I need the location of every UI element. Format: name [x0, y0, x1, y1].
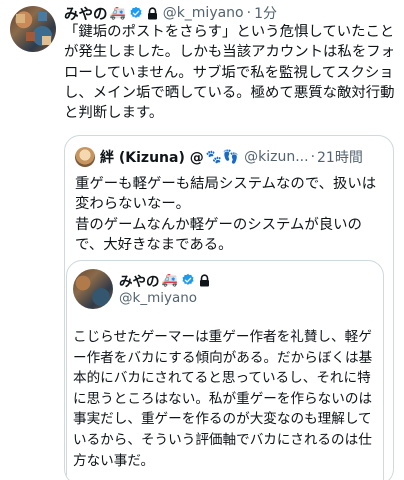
inner-tweet-text: こじらせたゲーマーは重ゲー作者を礼賛し、軽ゲー作者をバカにする傾向がある。だから… [73, 329, 373, 469]
quoted-tweet-card[interactable]: 絆 (Kizuna) @ 🐾👣 @kizun... · 21時間 重ゲーも軽ゲー… [64, 135, 394, 480]
paw-footprints-emoji: 🐾👣 [205, 149, 241, 165]
tweet-text: 「鍵垢のポストをさらす」という危惧していたことが発生しました。しかも当該アカウン… [64, 24, 395, 122]
quoted-author-avatar [75, 147, 95, 167]
avatar-pixel [16, 14, 25, 23]
quoted-tweet-timestamp: 21時間 [317, 150, 363, 166]
inner-quoted-tweet-card[interactable]: みやの 🚑 @k_miyano こじらせたゲーマーは重ゲー作者を礼賛し、軽ゲー作… [66, 260, 384, 480]
separator-dot: · [246, 5, 252, 21]
inner-tweet-header: みやの 🚑 [119, 271, 210, 290]
author-avatar[interactable] [10, 6, 56, 52]
author-name[interactable]: みやの [64, 3, 108, 24]
quoted-author-name: 絆 (Kizuna) @ [100, 150, 204, 166]
verified-badge-icon [182, 273, 194, 285]
quoted-tweet-text: 重ゲーも軽ゲーも結局システムなので、扱いは変わらないなー。 昔のゲームなんか軽ゲ… [75, 176, 377, 253]
lock-icon [199, 273, 209, 286]
author-handle[interactable]: @k_miyano [163, 5, 244, 21]
inner-author-name: みやの [119, 274, 160, 290]
ambulance-emoji: 🚑 [161, 272, 178, 288]
inner-author-avatar [73, 269, 113, 309]
inner-author-handle: @k_miyano [119, 290, 198, 306]
verified-badge-icon [130, 6, 142, 18]
quoted-tweet-header: 絆 (Kizuna) @ 🐾👣 @kizun... · 21時間 [75, 146, 363, 168]
quoted-author-handle: @kizun... [244, 149, 309, 165]
separator-dot: · [310, 149, 316, 165]
tweet-timestamp[interactable]: 1分 [254, 3, 277, 23]
avatar-pixel [38, 12, 47, 21]
avatar-pixel [42, 36, 51, 45]
avatar-pixel [26, 32, 35, 41]
lock-icon [147, 6, 157, 19]
tweet-header: みやの 🚑 @k_miyano · 1分 [64, 3, 277, 23]
ambulance-emoji: 🚑 [109, 5, 126, 21]
